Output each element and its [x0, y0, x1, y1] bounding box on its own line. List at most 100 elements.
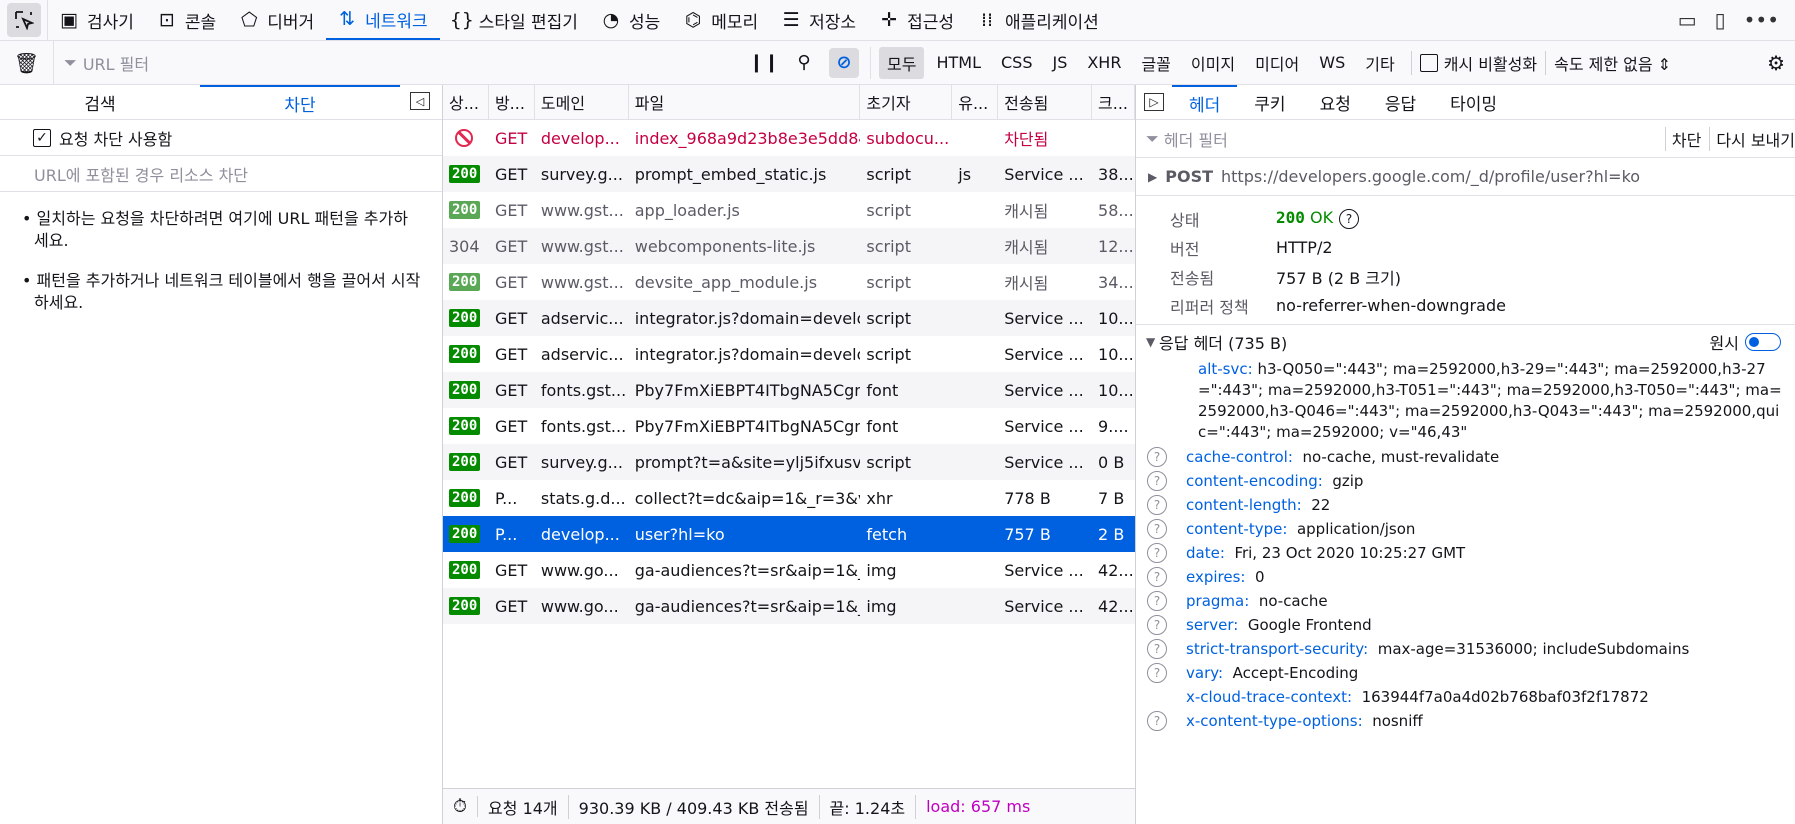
type-filter-button[interactable]: JS	[1044, 49, 1075, 76]
tab-headers[interactable]: 헤더	[1172, 85, 1238, 119]
type-filter-button[interactable]: XHR	[1079, 49, 1129, 76]
tab-blocking[interactable]: 차단	[200, 85, 400, 119]
cell-size: 42...	[1098, 560, 1134, 580]
column-header-transferred[interactable]: 전송됨	[998, 85, 1093, 119]
column-header-size[interactable]: 크...	[1092, 85, 1135, 119]
tab-search[interactable]: 검색	[0, 85, 200, 119]
dock-sidebar-icon[interactable]: ▭	[1678, 8, 1697, 32]
headers-filter-input[interactable]: ⏷ 헤더 필터 차단 다시 보내기	[1136, 120, 1795, 158]
header-value: nosniff	[1372, 712, 1423, 730]
pause-button[interactable]: ❙❙	[744, 46, 784, 80]
tab-inspector[interactable]: ▣ 검사기	[48, 0, 146, 40]
table-row[interactable]: 200 GET fonts.gst... Pby7FmXiEBPT4ITbgNA5Cg…	[443, 408, 1135, 444]
table-row[interactable]: 200 GET www.go... ga-audiences?t=sr&aip=1&_…	[443, 588, 1135, 624]
element-picker-button[interactable]	[0, 0, 48, 40]
type-filter-button[interactable]: HTML	[928, 49, 989, 76]
toggle-sidebar-button[interactable]: ▷	[1136, 85, 1172, 119]
disable-cache-checkbox[interactable]: 캐시 비활성화	[1419, 51, 1537, 75]
help-icon[interactable]: ?	[1147, 495, 1167, 515]
column-header-status[interactable]: 상...	[443, 85, 489, 119]
search-button[interactable]: ⚲	[784, 46, 824, 80]
request-blocking-button[interactable]: ⊘	[824, 46, 864, 80]
resend-button[interactable]: 다시 보내기	[1709, 126, 1795, 151]
request-url-line[interactable]: ▶ POST https://developers.google.com/_d/…	[1136, 158, 1795, 196]
help-icon[interactable]: ?	[1147, 639, 1167, 659]
tab-application[interactable]: ⁞⁞ 애플리케이션	[966, 0, 1111, 40]
tab-request[interactable]: 요청	[1303, 85, 1368, 119]
tab-network[interactable]: ⇅ 네트워크	[326, 0, 440, 40]
status-badge: 200	[449, 201, 481, 219]
block-url-input[interactable]: URL에 포함된 경우 리소스 차단	[0, 156, 442, 192]
tab-cookies[interactable]: 쿠키	[1237, 85, 1302, 119]
responsive-design-icon[interactable]: ▯	[1715, 8, 1726, 32]
table-row[interactable]: 200 GET adservic... integrator.js?domain=de…	[443, 336, 1135, 372]
column-header-method[interactable]: 방...	[489, 85, 535, 119]
help-icon[interactable]: ?	[1147, 663, 1167, 683]
cell-domain: www.go...	[540, 560, 619, 580]
cell-method: GET	[494, 272, 528, 292]
cell-domain: www.gst...	[540, 236, 624, 256]
block-button[interactable]: 차단	[1664, 126, 1701, 151]
close-sidebar-icon[interactable]: ◁	[410, 92, 430, 110]
tab-memory[interactable]: ⌬ 메모리	[672, 0, 770, 40]
tab-debugger[interactable]: ⬠ 디버거	[228, 0, 326, 40]
url-filter-input[interactable]: ⏷ URL 필터	[54, 51, 744, 75]
type-filter-button[interactable]: 이미지	[1183, 47, 1243, 79]
help-icon[interactable]: ?	[1147, 447, 1167, 467]
raw-toggle[interactable]	[1745, 333, 1781, 351]
column-header-type[interactable]: 유...	[952, 85, 999, 119]
settings-gear-icon[interactable]: ⚙	[1767, 51, 1795, 75]
table-row[interactable]: 200 P... develop... user?hl=ko fetch 757 B 2 B	[443, 516, 1135, 552]
response-headers-section[interactable]: ▼ 응답 헤더 (735 B) 원시	[1136, 325, 1795, 359]
type-filter-button[interactable]: 글꼴	[1133, 47, 1178, 79]
column-header-domain[interactable]: 도메인	[535, 85, 629, 119]
throttle-select[interactable]: 속도 제한 없음 ⇕	[1554, 51, 1671, 75]
clear-requests-button[interactable]: 🗑	[0, 40, 54, 85]
tab-performance[interactable]: ◔ 성능	[590, 0, 672, 40]
help-icon[interactable]: ?	[1147, 543, 1167, 563]
tab-timings[interactable]: 타이밍	[1433, 85, 1514, 119]
pause-icon: ❙❙	[748, 52, 780, 73]
tab-response[interactable]: 응답	[1368, 85, 1433, 119]
more-options-icon[interactable]: •••	[1744, 8, 1779, 32]
tab-style-editor[interactable]: {} 스타일 편집기	[440, 0, 590, 40]
table-row[interactable]: 200 GET www.go... ga-audiences?t=sr&aip=1&_…	[443, 552, 1135, 588]
requests-table: 상... 방... 도메인 파일 초기자 유... 전송됨 크... GET de…	[443, 85, 1136, 824]
column-header-initiator[interactable]: 초기자	[860, 85, 953, 119]
enable-blocking-checkbox[interactable]: ✓ 요청 차단 사용함	[0, 120, 442, 156]
table-row[interactable]: 200 GET adservic... integrator.js?domain=de…	[443, 300, 1135, 336]
table-row[interactable]: GET develop... index_968a9d23b8e3e5dd842cs…	[443, 120, 1135, 156]
header-name: pragma:	[1186, 592, 1250, 610]
type-filter-button[interactable]: 모두	[879, 46, 925, 79]
type-filter-button[interactable]: 미디어	[1247, 47, 1307, 79]
type-filter-button[interactable]: CSS	[993, 49, 1040, 76]
column-header-file[interactable]: 파일	[629, 85, 861, 119]
finish-time: 끝: 1.24초	[820, 794, 917, 819]
cell-method: GET	[494, 452, 528, 472]
help-icon[interactable]: ?	[1147, 591, 1167, 611]
help-icon[interactable]: ?	[1339, 209, 1360, 229]
help-icon[interactable]: ?	[1147, 615, 1167, 635]
table-row[interactable]: 200 GET survey.g... prompt_embed_static.js s…	[443, 156, 1135, 192]
type-filter-button[interactable]: WS	[1311, 49, 1353, 76]
table-row[interactable]: 200 P... stats.g.d... collect?t=dc&aip=1&_r…	[443, 480, 1135, 516]
table-row[interactable]: 200 GET www.gst... app_loader.js script 캐시됨 58…	[443, 192, 1135, 228]
header-value: 0	[1255, 568, 1265, 586]
help-icon[interactable]: ?	[1147, 471, 1167, 491]
header-name: x-cloud-trace-context:	[1186, 688, 1353, 706]
cell-domain: develop...	[540, 128, 620, 148]
table-row[interactable]: 200 GET fonts.gst... Pby7FmXiEBPT4ITbgNA5Cg…	[443, 372, 1135, 408]
type-filter-button[interactable]: 기타	[1357, 47, 1402, 79]
header-row: x-cloud-trace-context: 163944f7a0a4d02b7…	[1136, 685, 1795, 709]
tab-storage[interactable]: ☰ 저장소	[770, 0, 868, 40]
table-row[interactable]: 200 GET www.gst... devsite_app_module.js scr…	[443, 264, 1135, 300]
help-icon[interactable]: ?	[1147, 711, 1167, 731]
request-count: 요청 14개	[478, 794, 569, 819]
table-row[interactable]: 304 GET www.gst... webcomponents-lite.js scr…	[443, 228, 1135, 264]
tab-console[interactable]: ⊡ 콘솔	[146, 0, 228, 40]
help-icon[interactable]: ?	[1147, 567, 1167, 587]
help-icon[interactable]: ?	[1147, 519, 1167, 539]
table-row[interactable]: 200 GET survey.g... prompt?t=a&site=ylj5ifx…	[443, 444, 1135, 480]
tab-accessibility[interactable]: ✛ 접근성	[868, 0, 966, 40]
cell-domain: fonts.gst...	[540, 380, 627, 400]
